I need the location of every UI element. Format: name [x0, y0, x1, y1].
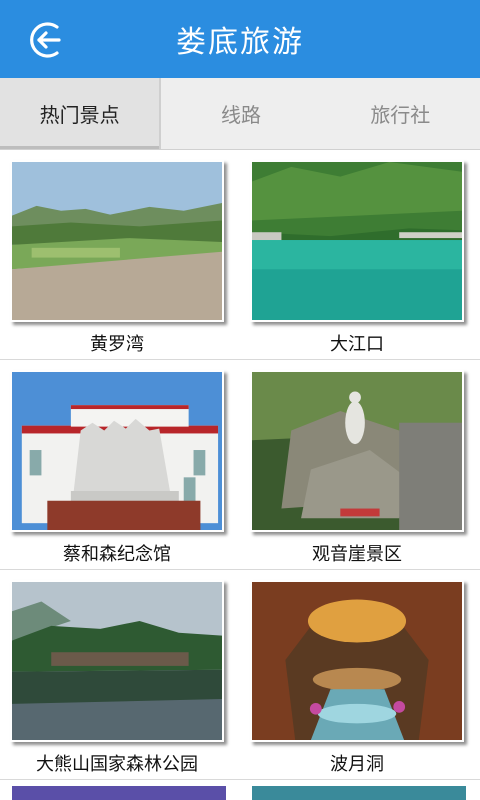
spot-photo — [10, 160, 224, 322]
spot-name: 波月洞 — [330, 754, 384, 775]
spot-photo — [250, 370, 464, 532]
spot-name: 黄罗湾 — [90, 334, 144, 355]
back-button[interactable] — [26, 19, 68, 61]
spot-photo — [10, 580, 224, 742]
spot-name: 蔡和森纪念馆 — [63, 544, 171, 565]
tab-bar: 热门景点 线路 旅行社 — [0, 78, 480, 150]
tab-routes[interactable]: 线路 — [161, 78, 320, 149]
spot-name: 大江口 — [330, 334, 384, 355]
spot-photo-partial — [12, 786, 226, 800]
grid-row: 黄罗湾 大江口 — [0, 150, 480, 360]
app-screen: 娄底旅游 热门景点 线路 旅行社 黄罗湾 大江口 蔡和森纪念馆 观音崖景区 大熊… — [0, 0, 480, 800]
spot-name: 观音崖景区 — [312, 544, 402, 565]
spot-card[interactable]: 波月洞 — [250, 580, 472, 776]
tab-hot-spots[interactable]: 热门景点 — [0, 78, 162, 149]
spot-card[interactable]: 大熊山国家森林公园 — [10, 580, 232, 776]
spot-name: 大熊山国家森林公园 — [36, 754, 198, 775]
spot-photo-partial — [252, 786, 466, 800]
spot-photo — [10, 370, 224, 532]
app-header: 娄底旅游 — [0, 0, 480, 78]
spot-card[interactable]: 观音崖景区 — [250, 370, 472, 566]
page-title: 娄底旅游 — [176, 25, 304, 60]
spot-card[interactable]: 蔡和森纪念馆 — [10, 370, 232, 566]
tab-travel-agencies[interactable]: 旅行社 — [321, 78, 480, 149]
spot-photo — [250, 160, 464, 322]
back-arrow-icon — [30, 22, 61, 58]
spot-photo — [250, 580, 464, 742]
grid-row: 大熊山国家森林公园 波月洞 — [0, 570, 480, 780]
spot-card[interactable]: 黄罗湾 — [10, 160, 232, 356]
spots-grid: 黄罗湾 大江口 蔡和森纪念馆 观音崖景区 大熊山国家森林公园 波月洞 — [0, 150, 480, 800]
grid-row: 蔡和森纪念馆 观音崖景区 — [0, 360, 480, 570]
spot-card[interactable]: 大江口 — [250, 160, 472, 356]
